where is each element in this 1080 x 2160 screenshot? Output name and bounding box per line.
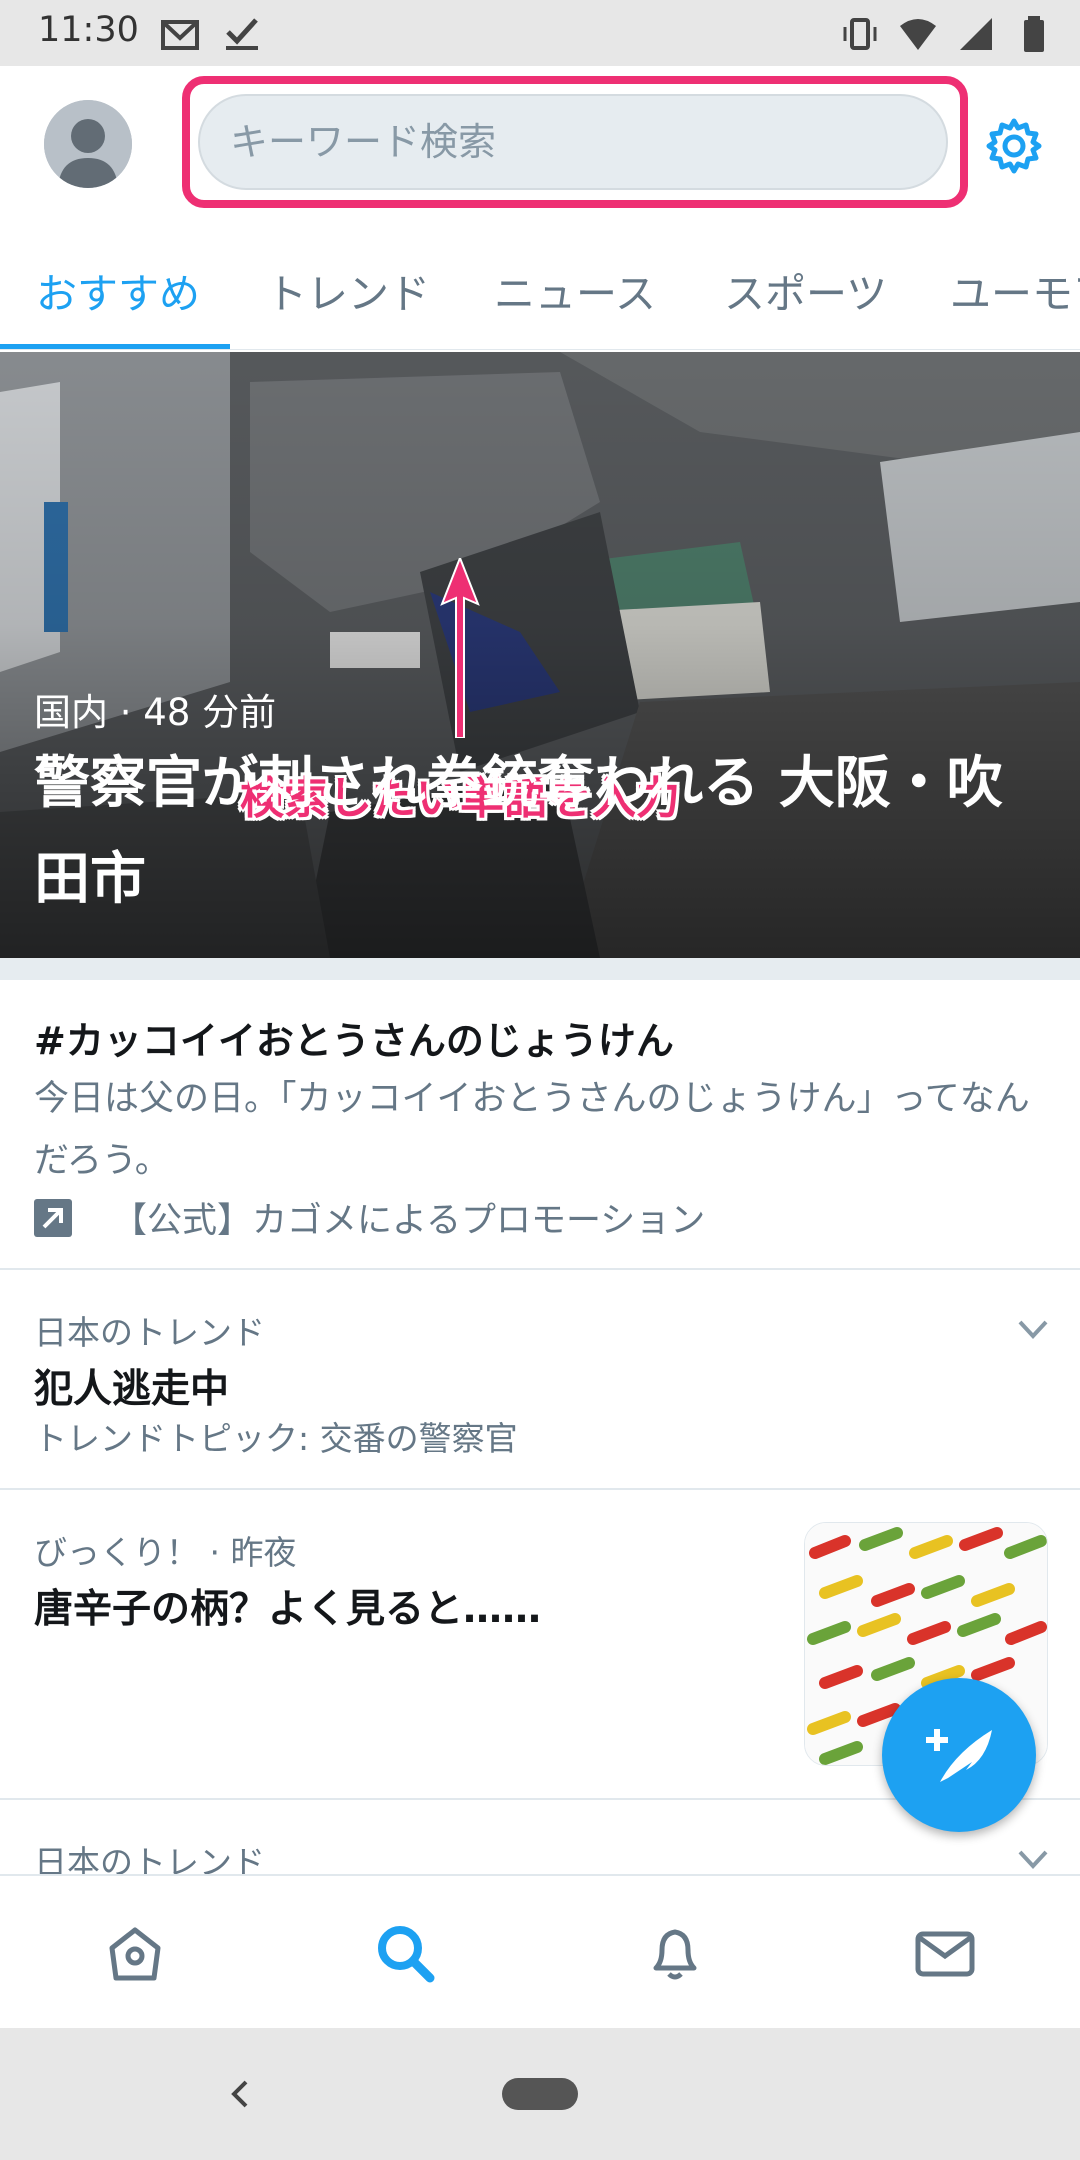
- tab-news[interactable]: ニュース: [494, 260, 656, 320]
- header: [0, 66, 1080, 226]
- hero-title[interactable]: 警察官が刺され拳銃奪われる 大阪・吹田市: [34, 736, 1054, 928]
- compose-tweet-icon: [926, 1729, 992, 1782]
- annotation-arrow-icon: [440, 558, 480, 738]
- news-meta: びっくり！ · 昨夜: [34, 1533, 297, 1572]
- status-bar: 11:30: [0, 0, 1080, 66]
- promoted-arrow-icon: [34, 1198, 72, 1237]
- mail-icon[interactable]: [912, 1920, 978, 1986]
- vibrate-icon: [843, 18, 877, 50]
- chevron-down-icon[interactable]: [1016, 1312, 1050, 1346]
- tab-bar: おすすめ トレンド ニュース スポーツ ユーモア: [0, 226, 1080, 350]
- gmail-icon: [161, 20, 199, 50]
- hero-meta: 国内 · 48 分前: [34, 691, 277, 734]
- trend-location-label: 日本のトレンド: [34, 1313, 265, 1352]
- gear-icon[interactable]: [984, 116, 1044, 176]
- news-title[interactable]: 唐辛子の柄？よく見ると……: [34, 1578, 541, 1634]
- chevron-down-icon[interactable]: [1016, 1842, 1050, 1876]
- tab-humor[interactable]: ユーモア: [950, 260, 1080, 320]
- search-input[interactable]: [230, 96, 920, 188]
- battery-icon: [1024, 16, 1044, 52]
- tab-recommended[interactable]: おすすめ: [36, 260, 200, 320]
- tab-trends[interactable]: トレンド: [266, 260, 430, 320]
- promoted-by-text: 【公式】カゴメによるプロモーション: [112, 1201, 706, 1241]
- search-icon[interactable]: [372, 1920, 438, 1986]
- signal-icon: [960, 18, 992, 50]
- trend-item[interactable]: 日本のトレンド 犯人逃走中 トレンドトピック: 交番の警察官: [0, 1270, 1080, 1490]
- active-tab-indicator: [0, 344, 230, 349]
- wifi-icon: [900, 19, 936, 50]
- status-time: 11:30: [38, 10, 139, 50]
- bell-icon[interactable]: [642, 1920, 708, 1986]
- home-icon[interactable]: [102, 1920, 168, 1986]
- trend-title[interactable]: 犯人逃走中: [34, 1358, 229, 1414]
- promo-description: 今日は父の日。「カッコイイおとうさんのじょうけん」ってなんだろう。: [34, 1079, 1030, 1181]
- search-box[interactable]: [198, 94, 948, 190]
- home-pill-button[interactable]: [502, 2078, 578, 2110]
- promoted-by-line: 【公式】カゴメによるプロモーション: [34, 1192, 705, 1243]
- trend-topic: トレンドトピック: 交番の警察官: [34, 1419, 518, 1458]
- default-avatar-icon: [44, 100, 132, 188]
- hero-news-card[interactable]: 検索したい単語を入力 国内 · 48 分前 警察官が刺され拳銃奪われる 大阪・吹…: [0, 352, 1080, 958]
- bottom-navigation: [0, 1874, 1080, 2028]
- tab-sports[interactable]: スポーツ: [724, 260, 887, 320]
- section-divider: [0, 958, 1080, 980]
- promo-hashtag[interactable]: #カッコイイおとうさんのじょうけん: [34, 1010, 674, 1065]
- compose-tweet-button[interactable]: [882, 1678, 1036, 1832]
- task-check-icon: [226, 18, 258, 50]
- avatar[interactable]: [44, 100, 132, 188]
- promoted-trend[interactable]: #カッコイイおとうさんのじょうけん 今日は父の日。「カッコイイおとうさんのじょう…: [0, 980, 1080, 1270]
- system-navigation-bar: [0, 2028, 1080, 2160]
- back-icon[interactable]: [220, 2074, 260, 2114]
